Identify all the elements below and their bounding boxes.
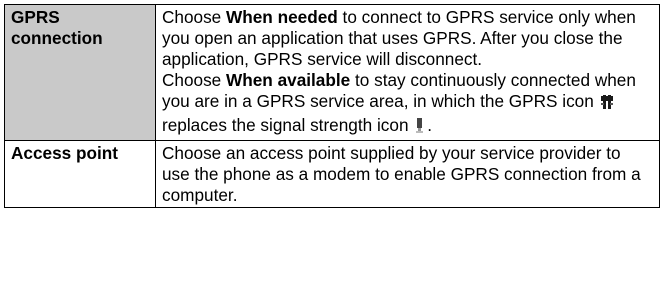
paragraph-when-needed: Choose When needed to connect to GPRS se… — [162, 7, 653, 70]
table-row: GPRS connection Choose When needed to co… — [4, 4, 660, 141]
text-segment: Choose — [162, 7, 227, 27]
paragraph-access-point: Choose an access point supplied by your … — [162, 143, 641, 205]
text-segment: . — [427, 115, 433, 135]
gprs-icon — [600, 94, 613, 115]
paragraph-when-available: Choose When available to stay continuous… — [162, 70, 653, 139]
description-gprs-connection: Choose When needed to connect to GPRS se… — [155, 4, 660, 141]
text-segment: Choose — [162, 70, 227, 90]
term-gprs-connection: GPRS connection — [4, 4, 156, 141]
text-segment: replaces the signal strength icon — [162, 115, 414, 135]
description-access-point: Choose an access point supplied by your … — [155, 140, 660, 208]
settings-table: GPRS connection Choose When needed to co… — [4, 4, 660, 208]
term-access-point: Access point — [4, 140, 156, 208]
option-when-needed: When needed — [226, 7, 338, 27]
table-row: Access point Choose an access point supp… — [4, 140, 660, 208]
option-when-available: When available — [226, 70, 351, 90]
signal-strength-icon — [415, 118, 425, 139]
